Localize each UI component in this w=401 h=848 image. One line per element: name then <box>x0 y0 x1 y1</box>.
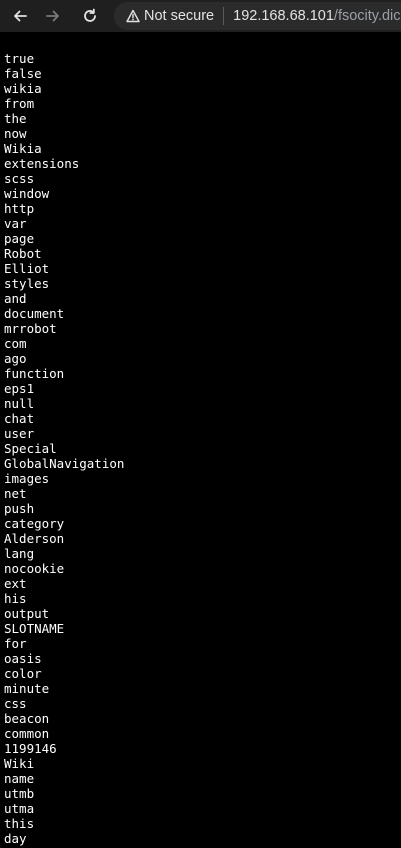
text-line: Elliot <box>4 261 50 276</box>
text-line: Wiki <box>4 756 35 771</box>
text-line: 1199146 <box>4 741 57 756</box>
text-line: Wikia <box>4 141 42 156</box>
forward-button[interactable] <box>41 4 65 28</box>
omnibox-divider <box>223 7 225 25</box>
text-line: null <box>4 396 35 411</box>
warning-triangle-icon[interactable] <box>126 9 140 23</box>
text-line: utmb <box>4 786 35 801</box>
text-line: user <box>4 426 35 441</box>
text-line: minute <box>4 681 50 696</box>
text-line: styles <box>4 276 50 291</box>
text-line: wikia <box>4 81 42 96</box>
text-line: true <box>4 51 35 66</box>
text-line: and <box>4 291 27 306</box>
text-line: Alderson <box>4 531 65 546</box>
text-line: oasis <box>4 651 42 666</box>
arrow-right-icon <box>45 8 61 24</box>
text-line: ago <box>4 351 27 366</box>
security-status-label[interactable]: Not secure <box>144 8 214 24</box>
text-line: var <box>4 216 27 231</box>
text-line: Special <box>4 441 57 456</box>
text-line: utma <box>4 801 35 816</box>
text-line: SLOTNAME <box>4 621 65 636</box>
text-line: this <box>4 816 35 831</box>
text-line: images <box>4 471 50 486</box>
url-host[interactable]: 192.168.68.101 <box>233 8 334 24</box>
text-line: window <box>4 186 50 201</box>
text-line: function <box>4 366 65 381</box>
text-line: http <box>4 201 35 216</box>
back-button[interactable] <box>8 4 32 28</box>
text-line: GlobalNavigation <box>4 456 125 471</box>
arrow-left-icon <box>12 8 28 24</box>
text-line: net <box>4 486 27 501</box>
document-text: true false wikia from the now Wikia extensions s… <box>4 51 124 846</box>
text-line: his <box>4 591 27 606</box>
text-line: the <box>4 111 27 126</box>
text-line: chat <box>4 411 35 426</box>
text-line: document <box>4 306 65 321</box>
text-line: from <box>4 96 35 111</box>
text-line: day <box>4 831 27 846</box>
text-line: color <box>4 666 42 681</box>
text-line: com <box>4 336 27 351</box>
text-line: css <box>4 696 27 711</box>
text-line: Robot <box>4 246 42 261</box>
text-line: ext <box>4 576 27 591</box>
text-line: extensions <box>4 156 80 171</box>
text-line: name <box>4 771 35 786</box>
reload-button[interactable] <box>78 4 102 28</box>
browser-toolbar: Not secure 192.168.68.101/fsocity.dic <box>0 0 401 32</box>
address-bar[interactable]: Not secure 192.168.68.101/fsocity.dic <box>114 2 401 30</box>
text-line: for <box>4 636 27 651</box>
text-line: page <box>4 231 35 246</box>
text-line: eps1 <box>4 381 35 396</box>
text-line: output <box>4 606 50 621</box>
text-line: mrrobot <box>4 321 57 336</box>
text-line: common <box>4 726 50 741</box>
text-line: push <box>4 501 35 516</box>
text-line: lang <box>4 546 35 561</box>
reload-icon <box>82 8 98 24</box>
text-line: nocookie <box>4 561 65 576</box>
url-path[interactable]: /fsocity.dic <box>334 8 401 24</box>
text-line: scss <box>4 171 35 186</box>
text-line: false <box>4 66 42 81</box>
text-line: beacon <box>4 711 50 726</box>
text-line: category <box>4 516 65 531</box>
text-line: now <box>4 126 27 141</box>
